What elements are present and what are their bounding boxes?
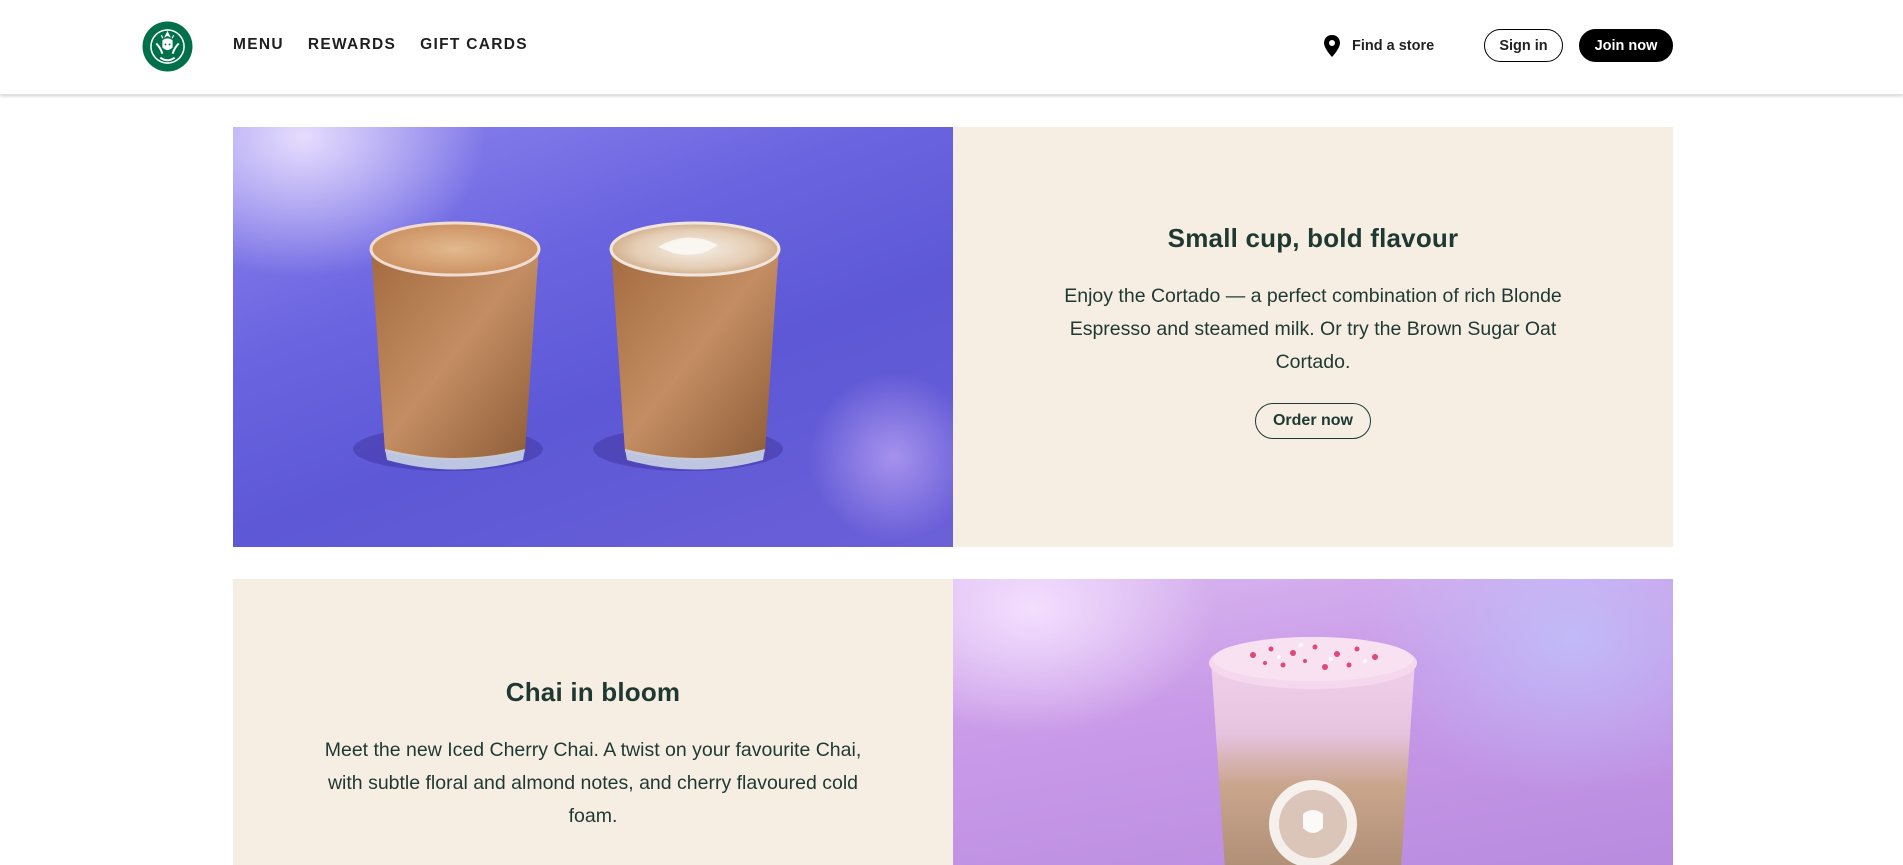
cortado-text-panel: Small cup, bold flavour Enjoy the Cortad… (953, 127, 1673, 547)
cortado-image (233, 127, 953, 547)
join-now-button[interactable]: Join now (1579, 29, 1673, 62)
promo-body: Enjoy the Cortado — a perfect combinatio… (1064, 285, 1562, 373)
promo-cortado: Small cup, bold flavour Enjoy the Cortad… (233, 127, 1673, 547)
sign-in-button[interactable]: Sign in (1484, 29, 1563, 62)
chai-text-panel: Chai in bloom Meet the new Iced Cherry C… (233, 579, 953, 865)
main-nav: MENU REWARDS GIFT CARDS (233, 36, 528, 54)
nav-gift-cards[interactable]: GIFT CARDS (420, 36, 528, 54)
nav-menu[interactable]: MENU (233, 36, 284, 54)
promo-body: Meet the new Iced Cherry Chai. A twist o… (324, 739, 862, 827)
promo-cherry-chai: Chai in bloom Meet the new Iced Cherry C… (233, 579, 1673, 865)
find-store-link[interactable]: Find a store (1322, 34, 1434, 58)
order-now-button[interactable]: Order now (1255, 403, 1371, 439)
find-store-label: Find a store (1352, 38, 1435, 54)
promo-title: Small cup, bold flavour (1167, 223, 1459, 253)
promo-title: Chai in bloom (505, 677, 681, 707)
nav-rewards[interactable]: REWARDS (308, 36, 396, 54)
cherry-chai-image (953, 579, 1673, 865)
location-pin-icon (1324, 35, 1340, 57)
starbucks-logo[interactable] (142, 21, 193, 72)
site-header: MENU REWARDS GIFT CARDS Find a store Sig… (0, 0, 1903, 95)
